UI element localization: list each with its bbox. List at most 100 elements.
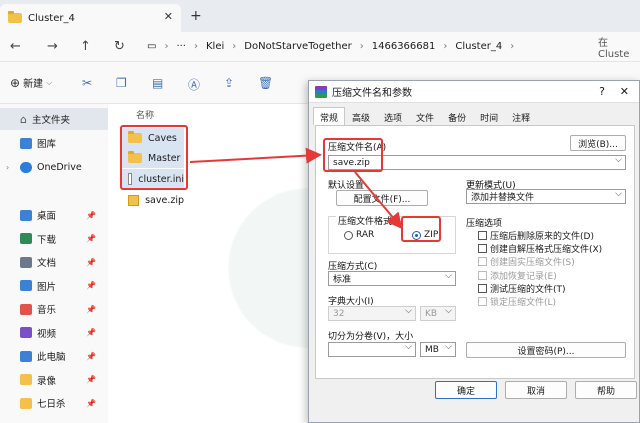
help-icon[interactable]: ? — [599, 85, 605, 98]
breadcrumb-item[interactable]: Klei — [206, 41, 224, 52]
option-checkbox[interactable]: 压缩后删除原来的文件(D) — [478, 229, 594, 242]
pin-icon: 📌 — [86, 375, 96, 384]
new-tab-icon[interactable]: + — [190, 8, 202, 24]
chevron-right-icon[interactable]: › — [6, 163, 9, 172]
breadcrumb-item[interactable]: Cluster_4 — [455, 41, 502, 52]
list-item[interactable]: save.zip — [122, 190, 184, 210]
sidebar-item-label: 主文件夹 — [31, 115, 70, 126]
breadcrumb-item[interactable]: 1466366681 — [372, 41, 436, 52]
option-checkbox[interactable]: 创建自解压格式压缩文件(X) — [478, 242, 602, 255]
sidebar-item-home[interactable]: ⌂ 主文件夹 — [0, 108, 108, 130]
browse-button[interactable]: 浏览(B)... — [570, 135, 626, 151]
dict-unit-select[interactable]: KB — [420, 306, 456, 321]
tab-backup[interactable]: 备份 — [441, 107, 473, 125]
pin-icon: 📌 — [86, 304, 96, 314]
folder-icon — [20, 280, 32, 291]
search-input[interactable]: 在 Cluste — [592, 35, 640, 60]
tab-general[interactable]: 常规 — [313, 107, 346, 125]
sidebar-item-pinned[interactable]: 视频 📌 — [0, 322, 108, 344]
format-label: 压缩文件格式 — [336, 214, 395, 227]
option-checkbox[interactable]: 测试压缩的文件(T) — [478, 282, 566, 295]
folder-icon — [20, 327, 32, 338]
split-unit-select[interactable]: MB — [420, 342, 456, 357]
copy-icon[interactable]: ❐ — [116, 76, 127, 90]
delete-icon[interactable]: 🗑 — [258, 76, 273, 90]
back-icon[interactable]: ← — [10, 39, 21, 54]
cut-icon[interactable]: ✂ — [82, 76, 92, 90]
new-button[interactable]: ⊕ 新建 ⌵ — [10, 75, 52, 91]
sidebar-item-label: 图库 — [37, 139, 57, 150]
chevron-right-icon: › — [443, 41, 448, 52]
split-size-input[interactable] — [328, 342, 416, 357]
cancel-button[interactable]: 取消 — [505, 381, 567, 399]
folder-icon — [20, 209, 32, 221]
pin-icon: 📌 — [86, 328, 96, 337]
paste-icon[interactable]: ▤ — [152, 76, 163, 90]
column-header-name[interactable]: 名称 — [136, 108, 154, 121]
checkbox-icon — [478, 231, 487, 240]
tab-advanced[interactable]: 高级 — [345, 107, 377, 125]
checkbox-icon — [478, 283, 487, 293]
chevron-right-icon: › — [359, 41, 364, 52]
method-select[interactable]: 标准 — [328, 271, 456, 286]
file-name: save.zip — [145, 194, 184, 206]
sidebar-item-pinned[interactable]: 下载 📌 — [0, 228, 108, 250]
sidebar-item-label: 录像 — [37, 375, 57, 387]
close-tab-icon[interactable]: ✕ — [164, 10, 173, 23]
ok-button[interactable]: 确定 — [435, 381, 497, 399]
pin-icon: 📌 — [86, 398, 96, 408]
breadcrumb[interactable]: ▭ › ··· › Klei › DoNotStarveTogether › 1… — [147, 35, 587, 58]
pin-icon: 📌 — [86, 234, 96, 243]
option-checkbox: 创建固实压缩文件(S) — [478, 255, 575, 268]
sidebar-item-pinned[interactable]: 文档 📌 — [0, 251, 108, 273]
tab-options[interactable]: 选项 — [377, 107, 409, 125]
profiles-button[interactable]: 配置文件(F)... — [336, 190, 428, 206]
update-mode-select[interactable]: 添加并替换文件 — [466, 189, 626, 204]
checkbox-icon — [478, 244, 487, 254]
share-icon[interactable]: ⇪ — [224, 76, 234, 90]
sidebar-item-pinned[interactable]: 此电脑 📌 — [0, 345, 108, 367]
rename-icon[interactable]: Ⓐ — [188, 76, 200, 93]
sidebar-item-pinned[interactable]: 音乐 📌 — [0, 298, 108, 320]
checkbox-icon — [478, 297, 487, 306]
sidebar-item-pinned[interactable]: 七日杀 📌 — [0, 392, 108, 414]
sidebar-item-label: OneDrive — [37, 161, 82, 173]
pin-icon: 📌 — [86, 210, 96, 220]
sidebar-item-pinned[interactable]: 图片 📌 — [0, 275, 108, 297]
forward-icon[interactable]: → — [47, 39, 58, 54]
folder-icon — [20, 233, 32, 244]
sidebar-item-gallery[interactable]: 图库 — [0, 132, 108, 154]
help-button[interactable]: 帮助 — [575, 381, 637, 399]
set-password-button[interactable]: 设置密码(P)... — [466, 342, 626, 358]
up-icon[interactable]: ↑ — [80, 39, 91, 54]
tab-time[interactable]: 时间 — [473, 107, 505, 125]
refresh-icon[interactable]: ↻ — [114, 39, 125, 54]
navigation-pane: ⌂ 主文件夹 图库 › OneDrive 桌面 📌 下载 📌 文档 📌 图片 📌 音乐 📌 视频 📌 此… — [0, 104, 108, 423]
tab-comment[interactable]: 注释 — [505, 107, 537, 125]
more-icon[interactable]: ··· — [176, 41, 186, 52]
chevron-right-icon: › — [232, 41, 237, 52]
checkbox-icon — [478, 270, 487, 280]
sidebar-item-pinned[interactable]: 录像 📌 — [0, 369, 108, 391]
folder-icon — [20, 256, 32, 268]
gallery-icon — [20, 137, 32, 149]
dialog-title-bar: 压缩文件名和参数 — [309, 81, 639, 103]
folder-icon — [20, 397, 32, 409]
pin-icon: 📌 — [86, 351, 96, 361]
close-icon[interactable]: ✕ — [620, 85, 629, 98]
sidebar-item-label: 七日杀 — [37, 399, 66, 410]
tab-files[interactable]: 文件 — [409, 107, 441, 125]
dict-size-select[interactable]: 32 — [328, 306, 416, 321]
chevron-right-icon: › — [510, 41, 515, 52]
sidebar-item-pinned[interactable]: 桌面 📌 — [0, 204, 108, 226]
format-rar-radio[interactable]: RAR — [344, 230, 374, 240]
breadcrumb-item[interactable]: DoNotStarveTogether — [244, 41, 351, 52]
pin-icon: 📌 — [86, 281, 96, 290]
dialog-title: 压缩文件名和参数 — [332, 88, 412, 99]
tab-cluster4[interactable]: Cluster_4 ✕ — [0, 4, 181, 32]
winrar-icon — [315, 85, 327, 98]
option-label: 创建自解压格式压缩文件(X) — [490, 245, 603, 256]
sidebar-item-onedrive[interactable]: › OneDrive — [0, 156, 108, 178]
annotation-box — [323, 138, 383, 172]
new-label: 新建 — [23, 79, 44, 90]
